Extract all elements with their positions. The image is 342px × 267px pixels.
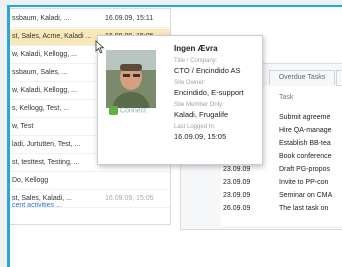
title-label: Title / Company:: [174, 58, 218, 64]
task-title: Draft PG-propos: [279, 166, 330, 173]
site-owner-value: Encindido, E-support: [174, 88, 244, 97]
task-title: Invite to PP-con: [279, 179, 329, 186]
activity-participants: w, Test: [12, 123, 34, 130]
last-logged-in-value: 16.09.09, 15:05: [174, 132, 227, 141]
task-row[interactable]: 23.09.09 Seminar on CMA: [221, 190, 342, 202]
tab-next[interactable]: [336, 70, 342, 86]
avatar[interactable]: [106, 50, 156, 108]
task-title: Establish BB-tea: [279, 140, 331, 147]
profile-name: Ingen Ævra: [174, 44, 218, 53]
connect-button[interactable]: Connect: [109, 106, 146, 115]
task-row[interactable]: 26.09.09 The last task on: [221, 203, 342, 215]
activity-participants: st, testtest, Testing, ...: [12, 159, 80, 166]
profile-photo: [106, 50, 156, 108]
activity-participants: ladi, Jurtutten, Test, ...: [12, 141, 81, 148]
title-value: CTO / Encindido AS: [174, 66, 241, 75]
task-row[interactable]: 23.09.09 Invite to PP-con: [221, 177, 342, 189]
task-date: 23.09.09: [223, 166, 251, 173]
task-title: Book conference: [279, 153, 332, 160]
task-date: 23.09.09: [223, 192, 251, 199]
connect-label: Connect: [120, 107, 147, 115]
task-row[interactable]: 23.09.09 Draft PG-propos: [221, 164, 342, 176]
task-date: 26.09.09: [223, 205, 251, 212]
activity-time: 16.09.09, 15:11: [105, 15, 154, 22]
list-item[interactable]: Do, Kellogg: [10, 173, 170, 190]
mouse-cursor-icon: [95, 40, 105, 54]
activity-participants: w, Kaladi, Kellogg, ...: [12, 51, 77, 58]
list-item[interactable]: ssbaum, Kaladi, ... 16.09.09, 15:11: [10, 11, 170, 28]
site-member-value: Kaladi, Frugalife: [174, 110, 229, 119]
task-column-header[interactable]: Task: [279, 94, 293, 101]
activity-participants: s, Kellogg, Test, ...: [12, 105, 70, 112]
task-title: Seminar on CMA: [279, 192, 333, 199]
recent-activities-link[interactable]: cent activities ...: [12, 202, 62, 209]
activity-participants: ssbaum, Sales, ...: [12, 69, 68, 76]
site-owner-label: Site Owner:: [174, 80, 206, 86]
activity-participants: ssbaum, Kaladi, ...: [12, 15, 70, 22]
tab-overdue-tasks[interactable]: Overdue Tasks: [269, 70, 335, 85]
activity-time: 16.09.09, 15:05: [105, 195, 154, 202]
last-logged-in-label: Last Logged In:: [174, 124, 216, 130]
task-title: Submit agreeme: [279, 114, 331, 121]
activity-participants: st, Sales, Acme, Kaladi ...: [12, 33, 92, 40]
profile-hover-card: Connect Ingen Ævra Title / Company: CTO …: [97, 35, 263, 165]
activity-participants: Do, Kellogg: [12, 177, 49, 184]
connect-icon: [109, 106, 118, 115]
site-member-label: Site Member Only:: [174, 102, 224, 108]
task-title: Hire QA-manage: [279, 127, 332, 134]
task-title: The last task on: [279, 205, 329, 212]
task-date: 23.09.09: [223, 179, 251, 186]
activity-participants: w, Kaladi, Kellogg, ...: [12, 87, 77, 94]
